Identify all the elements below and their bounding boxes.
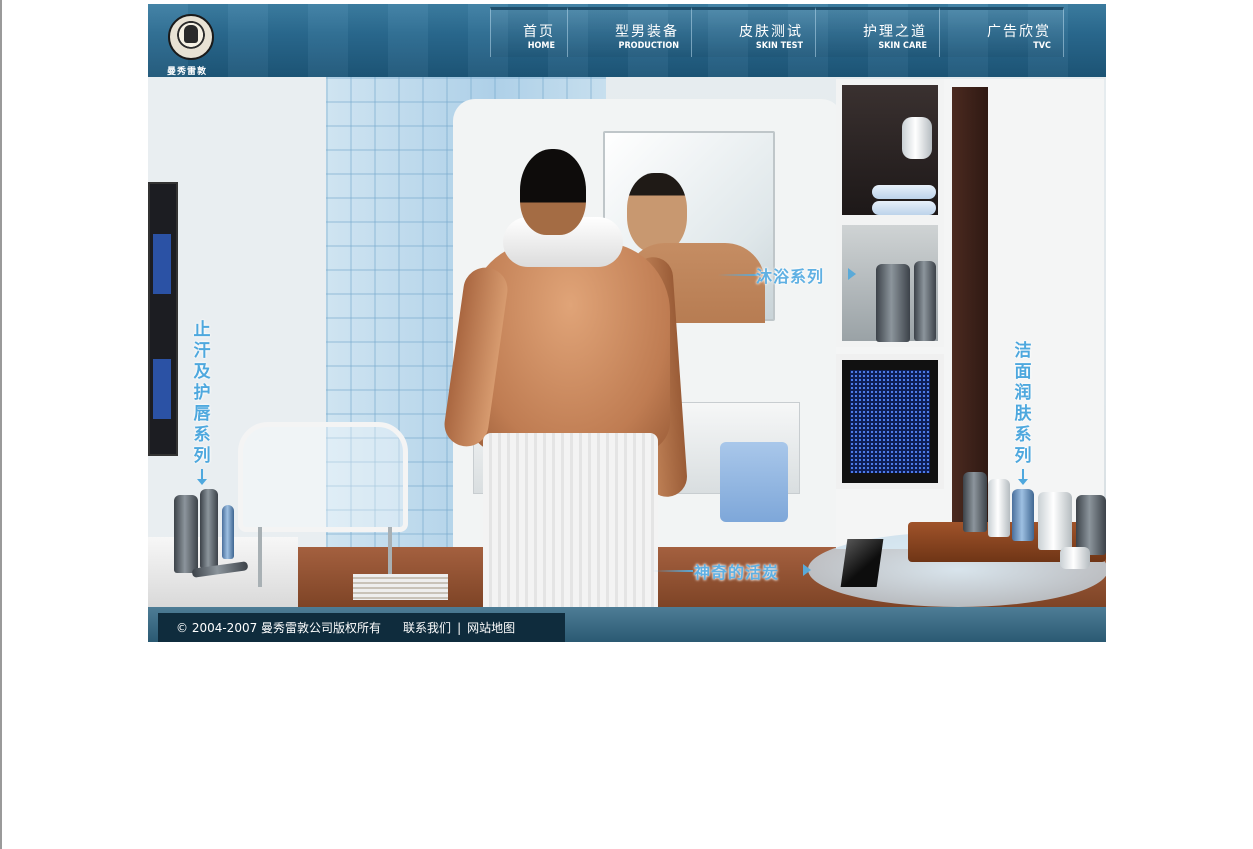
nav-label-zh: 型男装备 [615, 24, 679, 40]
left-screen [148, 182, 178, 456]
brand-name: 曼秀雷敦 [167, 67, 208, 77]
cleanser-tube [988, 479, 1010, 537]
nav-item-home[interactable]: 首页 HOME [490, 7, 568, 57]
sitemap-link[interactable]: 网站地图 [467, 619, 515, 636]
folded-towel [872, 201, 936, 215]
callout-line [718, 274, 758, 276]
nav-item-production[interactable]: 型男装备 PRODUCTION [568, 7, 692, 57]
copyright-text: © 2004-2007 曼秀雷敦公司版权所有 [176, 621, 382, 635]
down-arrow-icon [1018, 479, 1028, 485]
down-arrow-icon [197, 479, 207, 485]
callout-bath[interactable]: 沐浴系列 [756, 263, 824, 287]
man-head [520, 149, 586, 235]
callout-label: 止汗及护唇系列 [193, 320, 211, 466]
led-panel [836, 354, 944, 489]
deodorant-bottle [200, 489, 218, 569]
callout-line [653, 570, 693, 572]
right-arrow-icon [848, 268, 856, 280]
charcoal-product [840, 539, 884, 587]
nav-label-en: TVC [1033, 41, 1051, 51]
nav-item-tvc[interactable]: 广告欣赏 TVC [940, 7, 1064, 57]
down-arrow-icon [201, 469, 203, 479]
hanging-towel [720, 442, 788, 522]
callout-antiperspirant[interactable]: 止汗及护唇系列 [191, 320, 213, 485]
shower-gel-bottle [876, 264, 910, 342]
nav-item-skin-care[interactable]: 护理之道 SKIN CARE [816, 7, 940, 57]
magazine-stack [353, 574, 448, 600]
nav-label-en: PRODUCTION [618, 41, 679, 51]
contact-link[interactable]: 联系我们 [403, 619, 451, 636]
nav-label-zh: 首页 [523, 24, 555, 40]
jar [902, 117, 932, 159]
brand-logo[interactable]: 曼秀雷敦 [164, 12, 224, 77]
nav-label-en: SKIN TEST [755, 41, 803, 51]
shower-gel-bottle [914, 261, 936, 341]
nav-label-zh: 广告欣赏 [987, 24, 1051, 40]
callout-charcoal[interactable]: 神奇的活炭 [694, 559, 779, 583]
nav-label-zh: 皮肤测试 [739, 24, 803, 40]
nav-label-en: SKIN CARE [878, 41, 927, 51]
deodorant-bottle [174, 495, 198, 573]
waist-towel [483, 433, 658, 607]
cleanser-tube [963, 472, 987, 532]
nav-label-zh: 护理之道 [863, 24, 927, 40]
main-nav: 首页 HOME 型男装备 PRODUCTION 皮肤测试 SKIN TEST 护… [490, 7, 1064, 57]
footer-bar: © 2004-2007 曼秀雷敦公司版权所有 联系我们 | 网站地图 [158, 613, 565, 642]
folded-towel [872, 185, 936, 199]
chair-leg [258, 527, 262, 587]
nav-label-en: HOME [527, 41, 555, 51]
link-divider: | [457, 620, 462, 635]
antiperspirant-products [166, 487, 256, 582]
cream-jar [1060, 547, 1090, 569]
chair [238, 422, 408, 532]
down-arrow-icon [1022, 469, 1024, 479]
lip-balm [222, 505, 234, 559]
callout-label: 洁面润肤系列 [1014, 341, 1032, 466]
site-container: 曼秀雷敦 首页 HOME 型男装备 PRODUCTION 皮肤测试 SKIN T… [148, 4, 1106, 642]
site-footer: © 2004-2007 曼秀雷敦公司版权所有 联系我们 | 网站地图 [148, 607, 1106, 642]
nav-item-skin-test[interactable]: 皮肤测试 SKIN TEST [692, 7, 816, 57]
site-header: 曼秀雷敦 首页 HOME 型男装备 PRODUCTION 皮肤测试 SKIN T… [148, 4, 1106, 77]
cleanser-tube [1012, 489, 1034, 541]
pump-bottle [1038, 492, 1072, 550]
pump-bottle [1076, 495, 1106, 555]
mentholatum-seal-icon [168, 14, 214, 60]
callout-cleansing[interactable]: 洁面润肤系列 [1012, 341, 1034, 485]
right-arrow-icon [803, 564, 811, 576]
bathroom-scene: 止汗及护唇系列 洁面润肤系列 沐浴系列 神奇的活炭 [148, 77, 1106, 607]
mirror-reflection-face [627, 173, 687, 253]
